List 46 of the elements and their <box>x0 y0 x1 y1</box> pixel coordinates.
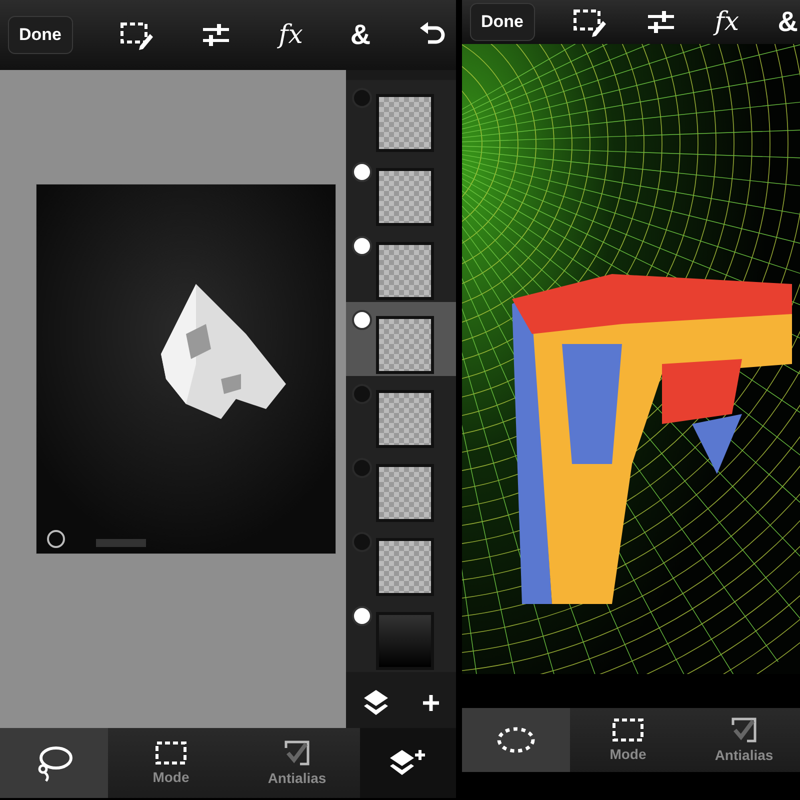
selection-edit-icon[interactable] <box>120 20 154 50</box>
layer-row[interactable] <box>346 302 456 376</box>
blend-button[interactable]: & <box>778 6 798 38</box>
visibility-toggle[interactable] <box>352 458 372 478</box>
done-button[interactable]: Done <box>8 16 72 54</box>
visibility-toggle[interactable] <box>352 236 372 256</box>
effects-button[interactable]: fx <box>278 20 303 50</box>
layer-row[interactable] <box>346 598 456 672</box>
layers-icon[interactable] <box>362 688 388 718</box>
layer-row[interactable] <box>346 524 456 598</box>
visibility-toggle[interactable] <box>352 384 372 404</box>
done-button[interactable]: Done <box>470 3 534 41</box>
mode-button[interactable]: Mode <box>108 728 234 798</box>
layer-thumbnail <box>376 464 434 522</box>
visibility-toggle[interactable] <box>352 606 372 626</box>
mode-button[interactable]: Mode <box>570 708 686 772</box>
ellipse-selection-icon[interactable] <box>496 725 536 755</box>
layer-row[interactable] <box>346 154 456 228</box>
rectangle-selection-icon <box>155 741 187 765</box>
selection-tool-button[interactable] <box>0 728 108 798</box>
antialias-toggle[interactable]: Antialias <box>234 728 360 798</box>
layer-thumbnail <box>376 316 434 374</box>
layer-thumbnail <box>376 612 434 670</box>
layer-thumbnail <box>376 538 434 596</box>
layer-row[interactable] <box>346 228 456 302</box>
layer-row[interactable] <box>346 80 456 154</box>
effects-button[interactable]: fx <box>714 7 739 37</box>
antialias-toggle[interactable]: Antialias <box>686 708 800 772</box>
layer-thumbnail <box>376 242 434 300</box>
sliders-icon[interactable] <box>201 22 232 48</box>
rectangle-selection-icon <box>612 718 644 742</box>
sliders-icon[interactable] <box>646 9 676 35</box>
selection-tool-button[interactable] <box>462 708 570 772</box>
layer-row[interactable] <box>346 450 456 524</box>
layer-thumbnail <box>376 168 434 226</box>
layer-thumbnail <box>376 390 434 448</box>
visibility-toggle[interactable] <box>352 162 372 182</box>
layer-thumbnail <box>376 94 434 152</box>
layer-row[interactable] <box>346 376 456 450</box>
add-layer-icon[interactable] <box>389 748 427 778</box>
blend-button[interactable]: & <box>350 19 371 51</box>
visibility-toggle[interactable] <box>352 310 372 330</box>
selection-edit-icon[interactable] <box>573 7 608 37</box>
plus-icon[interactable] <box>422 694 440 712</box>
visibility-toggle[interactable] <box>352 88 372 108</box>
visibility-toggle[interactable] <box>352 532 372 552</box>
